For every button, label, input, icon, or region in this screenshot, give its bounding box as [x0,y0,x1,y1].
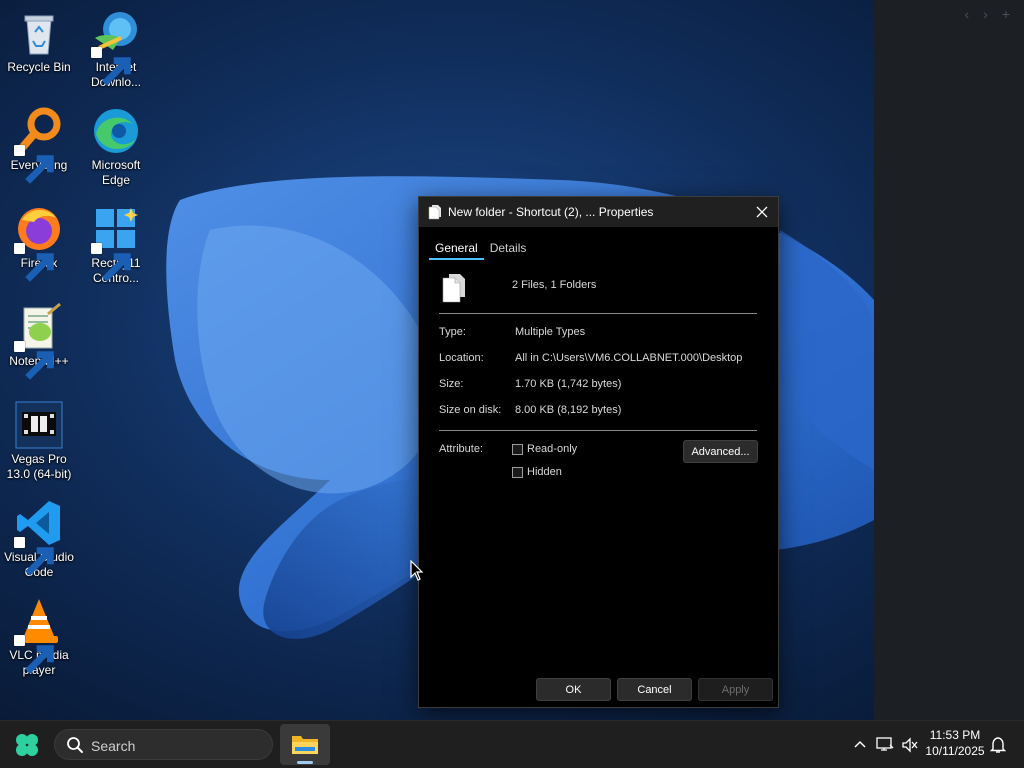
panel-add-button[interactable]: + [1002,6,1010,22]
clock-time: 11:53 PM [929,728,981,742]
active-indicator [297,761,313,764]
properties-dialog: New folder - Shortcut (2), ... Propertie… [418,196,779,708]
panel-forward-button[interactable]: › [983,6,988,22]
hidden-checkbox[interactable]: Hidden [512,466,562,478]
notification-bell-icon[interactable] [990,736,1006,754]
taskbar-search[interactable]: Search [54,729,273,760]
desktop-icon-label: Vegas Pro 13.0 (64-bit) [6,452,72,481]
location-label: Location: [439,352,484,364]
panel-nav: ‹ › + [964,6,1010,22]
shortcut-arrow-icon [14,145,54,184]
shortcut-arrow-icon [14,341,54,380]
attribute-label: Attribute: [439,443,484,455]
shortcut-arrow-icon [14,635,54,674]
chevron-up-icon[interactable] [854,739,866,749]
mouse-cursor-icon [410,560,424,581]
size-on-disk-label: Size on disk: [439,404,502,416]
size-on-disk-value: 8.00 KB (8,192 bytes) [515,404,622,416]
separator [439,430,757,431]
desktop-icon-everything[interactable]: Everything [0,106,78,184]
side-panel: ‹ › + [874,0,1024,720]
type-label: Type: [439,326,466,338]
dialog-titlebar[interactable]: New folder - Shortcut (2), ... Propertie… [419,197,778,227]
location-value: All in C:\Users\VM6.COLLABNET.000\Deskto… [515,352,743,364]
hidden-label: Hidden [527,466,562,478]
start-button[interactable] [14,732,40,758]
taskbar: Search 11:53 PM 10/11/2025 [0,720,1024,768]
desktop-icon-rectify11[interactable]: Rectify11 Contro... [77,204,155,286]
search-placeholder: Search [91,738,136,754]
cancel-button[interactable]: Cancel [617,678,692,701]
vlc-icon [14,596,64,674]
display-icon[interactable] [876,736,894,752]
read-only-label: Read-only [527,443,578,455]
shortcut-arrow-icon [91,243,131,282]
file-explorer-taskbar-button[interactable] [280,724,330,765]
recycle-bin-icon [14,8,64,58]
ok-button[interactable]: OK [536,678,611,701]
volume-muted-icon[interactable] [901,737,919,753]
panel-back-button[interactable]: ‹ [964,6,969,22]
desktop-icon-firefox[interactable]: Firefox [0,204,78,282]
tab-details[interactable]: Details [484,241,533,258]
search-icon [67,737,83,753]
desktop-icon-internet-download-manager[interactable]: Internet Downlo... [77,8,155,90]
desktop-icon-notepad-plus-plus[interactable]: Notepad++ [0,302,78,380]
size-label: Size: [439,378,464,390]
internet-download-manager-icon [91,8,141,86]
edge-icon [91,106,141,156]
everything-search-icon [14,106,64,184]
separator [439,313,757,314]
multiple-files-icon [441,273,467,306]
dialog-tabs: General Details [429,241,532,261]
close-icon [756,206,768,218]
shortcut-arrow-icon [14,537,54,576]
vegas-pro-icon [14,400,64,450]
folder-icon [292,736,318,754]
desktop-icon-vegas-pro[interactable]: Vegas Pro 13.0 (64-bit) [0,400,78,482]
apply-button[interactable]: Apply [698,678,773,701]
desktop-icon-recycle-bin[interactable]: Recycle Bin [0,8,78,75]
advanced-button[interactable]: Advanced... [683,440,758,463]
desktop-icon-label: Microsoft Edge [91,158,141,187]
desktop-icon-label: Recycle Bin [7,60,71,74]
vscode-icon [14,498,64,576]
checkbox-box[interactable] [512,443,523,455]
close-button[interactable] [746,197,778,227]
document-icon [428,204,442,223]
checkbox-box[interactable] [512,466,523,478]
desktop-icon-vscode[interactable]: Visual Studio Code [0,498,78,580]
type-value: Multiple Types [515,326,586,338]
size-value: 1.70 KB (1,742 bytes) [515,378,622,390]
tab-general[interactable]: General [429,241,484,260]
rectify11-icon [91,204,141,282]
taskbar-clock[interactable]: 11:53 PM 10/11/2025 [918,727,992,759]
shortcut-arrow-icon [14,243,54,282]
read-only-checkbox[interactable]: Read-only [512,443,577,455]
selection-summary: 2 Files, 1 Folders [512,279,597,291]
firefox-icon [14,204,64,282]
shortcut-arrow-icon [91,47,131,86]
clock-date: 10/11/2025 [925,744,985,758]
notepad-plus-plus-icon [14,302,64,380]
dialog-title: New folder - Shortcut (2), ... Propertie… [448,205,654,219]
desktop-icon-vlc[interactable]: VLC media player [0,596,78,678]
desktop-icon-microsoft-edge[interactable]: Microsoft Edge [77,106,155,188]
